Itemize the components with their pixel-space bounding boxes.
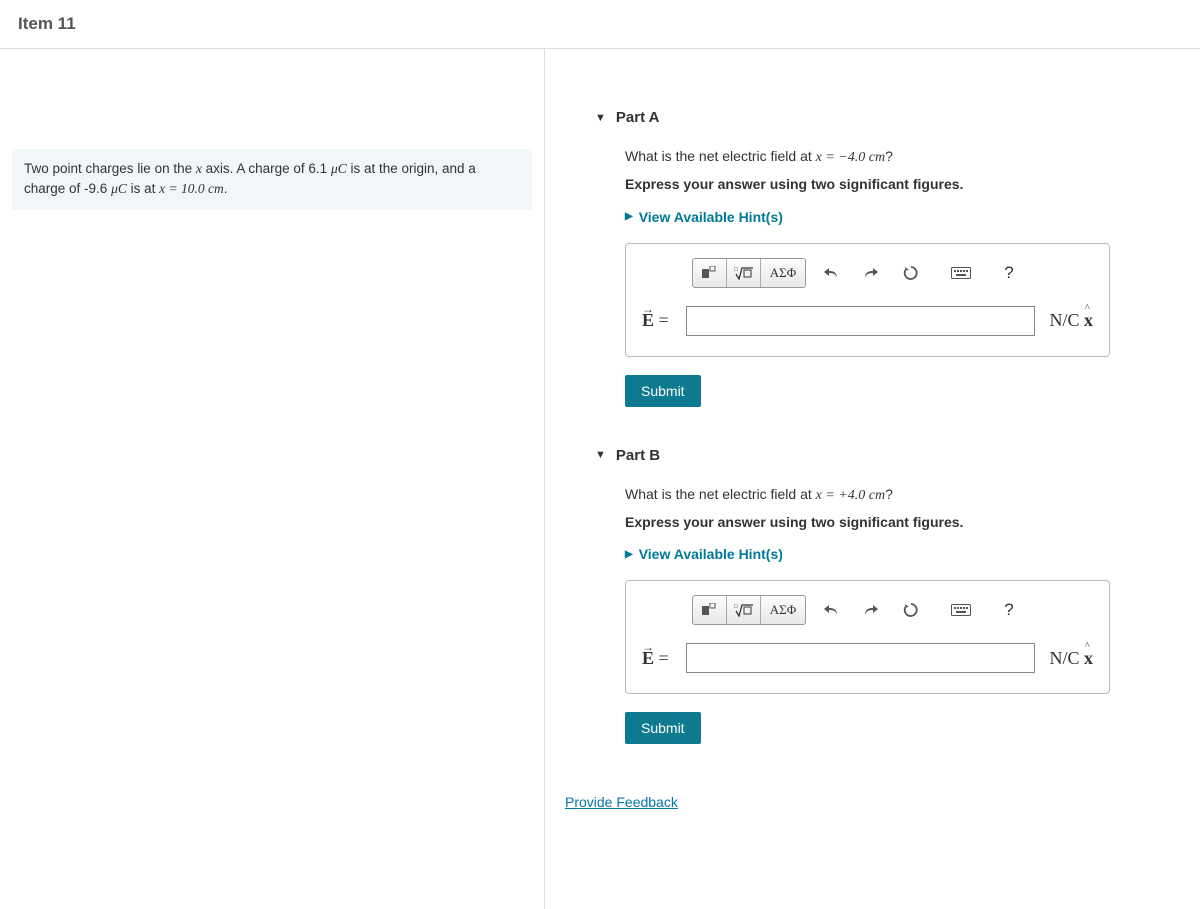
- greek-button[interactable]: ΑΣΦ: [761, 596, 805, 624]
- reset-button[interactable]: [896, 596, 926, 624]
- question-text: ?: [885, 486, 893, 502]
- problem-text: is at: [127, 181, 159, 196]
- unit-label: N/C x^: [1035, 648, 1093, 669]
- svg-text:□: □: [734, 267, 738, 273]
- variable-label: E→ =: [642, 648, 686, 669]
- view-hints-link[interactable]: ▶ View Available Hint(s): [625, 209, 783, 225]
- answer-toolbar-b: □ ΑΣΦ: [642, 595, 1093, 625]
- unit-label: N/C x^: [1035, 310, 1093, 331]
- part-a-header[interactable]: ▼ Part A: [565, 109, 1180, 126]
- greek-button[interactable]: ΑΣΦ: [761, 259, 805, 287]
- format-group: □ ΑΣΦ: [692, 595, 806, 625]
- part-b: ▼ Part B What is the net electric field …: [565, 447, 1180, 745]
- question-text: What is the net electric field at: [625, 486, 816, 502]
- answer-input-b[interactable]: [686, 643, 1035, 673]
- problem-text: axis. A charge of 6.1: [202, 161, 331, 176]
- problem-eq: x = 10.0 cm: [159, 181, 224, 196]
- question-eq: x = −4.0 cm: [816, 150, 885, 165]
- svg-text:□: □: [734, 604, 738, 610]
- answer-input-a[interactable]: [686, 306, 1035, 336]
- format-group: □ ΑΣΦ: [692, 258, 806, 288]
- content-area: Two point charges lie on the x axis. A c…: [0, 49, 1200, 909]
- caret-down-icon: ▼: [595, 449, 606, 461]
- answer-column: ▼ Part A What is the net electric field …: [545, 49, 1200, 909]
- provide-feedback-link[interactable]: Provide Feedback: [565, 794, 678, 810]
- part-a-instruction: Express your answer using two significan…: [625, 176, 1180, 192]
- part-b-label: Part B: [616, 447, 660, 464]
- part-a-label: Part A: [616, 109, 660, 126]
- part-a-body: What is the net electric field at x = −4…: [565, 148, 1180, 407]
- help-button[interactable]: ?: [994, 259, 1024, 287]
- caret-right-icon: ▶: [625, 211, 633, 222]
- undo-button[interactable]: [816, 596, 846, 624]
- help-button[interactable]: ?: [994, 596, 1024, 624]
- reset-button[interactable]: [896, 259, 926, 287]
- part-b-instruction: Express your answer using two significan…: [625, 514, 1180, 530]
- part-a-question: What is the net electric field at x = −4…: [625, 148, 1180, 166]
- part-b-question: What is the net electric field at x = +4…: [625, 486, 1180, 504]
- problem-text: Two point charges lie on the: [24, 161, 196, 176]
- hints-label: View Available Hint(s): [639, 546, 783, 562]
- problem-unit: μC: [111, 181, 127, 196]
- template-button[interactable]: [693, 259, 727, 287]
- part-b-header[interactable]: ▼ Part B: [565, 447, 1180, 464]
- answer-box-b: □ ΑΣΦ: [625, 580, 1110, 694]
- part-a: ▼ Part A What is the net electric field …: [565, 109, 1180, 407]
- variable-label: E→ =: [642, 310, 686, 331]
- question-text: ?: [885, 148, 893, 164]
- problem-text: .: [224, 181, 228, 196]
- question-text: What is the net electric field at: [625, 148, 816, 164]
- redo-button[interactable]: [856, 259, 886, 287]
- hints-label: View Available Hint(s): [639, 209, 783, 225]
- problem-column: Two point charges lie on the x axis. A c…: [0, 49, 545, 909]
- answer-box-a: □ ΑΣΦ: [625, 243, 1110, 357]
- keyboard-button[interactable]: [946, 259, 976, 287]
- problem-statement: Two point charges lie on the x axis. A c…: [12, 149, 532, 210]
- submit-button-a[interactable]: Submit: [625, 375, 701, 407]
- question-eq: x = +4.0 cm: [816, 488, 885, 503]
- page-title: Item 11: [0, 0, 1200, 49]
- answer-row-b: E→ = N/C x^: [642, 643, 1093, 673]
- problem-unit: μC: [331, 161, 347, 176]
- root-button[interactable]: □: [727, 596, 761, 624]
- submit-button-b[interactable]: Submit: [625, 712, 701, 744]
- caret-right-icon: ▶: [625, 549, 633, 560]
- view-hints-link[interactable]: ▶ View Available Hint(s): [625, 546, 783, 562]
- answer-toolbar-a: □ ΑΣΦ: [642, 258, 1093, 288]
- part-b-body: What is the net electric field at x = +4…: [565, 486, 1180, 745]
- root-button[interactable]: □: [727, 259, 761, 287]
- answer-row-a: E→ = N/C x^: [642, 306, 1093, 336]
- redo-button[interactable]: [856, 596, 886, 624]
- undo-button[interactable]: [816, 259, 846, 287]
- keyboard-button[interactable]: [946, 596, 976, 624]
- template-button[interactable]: [693, 596, 727, 624]
- caret-down-icon: ▼: [595, 112, 606, 124]
